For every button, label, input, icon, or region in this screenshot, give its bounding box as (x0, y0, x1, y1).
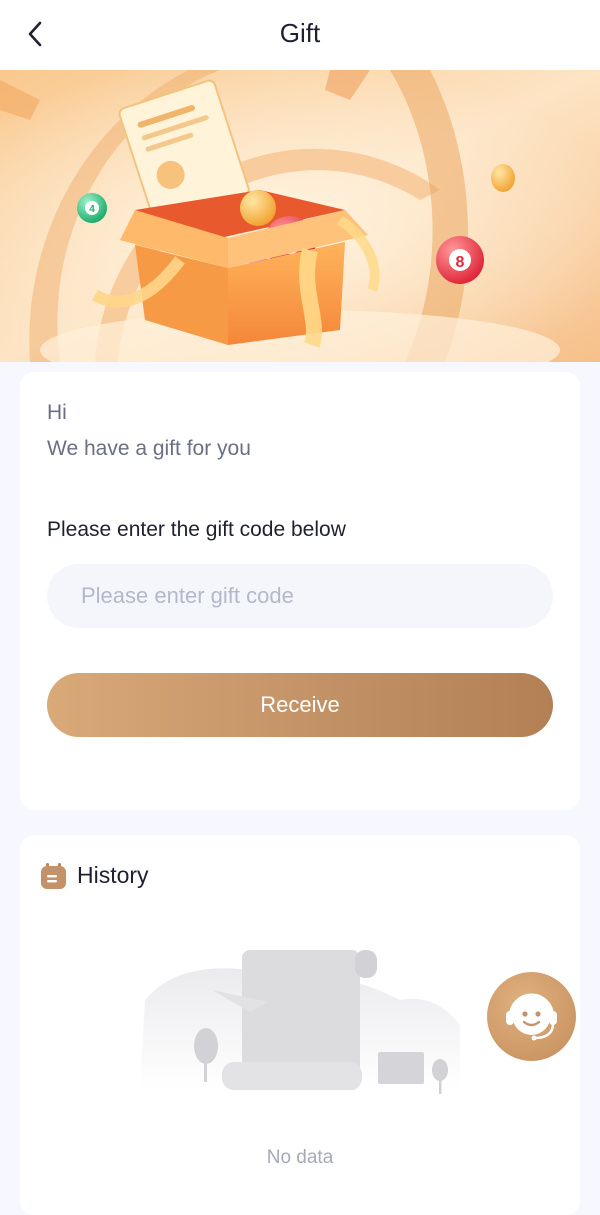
header-bar: Gift (0, 0, 600, 70)
svg-text:4: 4 (89, 204, 95, 215)
customer-service-icon (506, 993, 557, 1041)
greeting-text: Hi (47, 401, 67, 424)
empty-state-illustration (140, 950, 460, 1094)
page-title: Gift (279, 18, 321, 48)
gift-code-input[interactable] (47, 564, 553, 628)
history-title: History (77, 862, 149, 888)
gift-banner: 9 0 4 8 (0, 70, 600, 362)
receive-button[interactable]: Receive (47, 673, 553, 737)
gift-message: We have a gift for you (47, 437, 251, 460)
customer-service-button[interactable] (487, 972, 576, 1061)
gift-code-label: Please enter the gift code below (47, 518, 346, 541)
svg-text:8: 8 (456, 254, 465, 271)
gift-box-illustration: 9 0 4 8 (0, 70, 600, 362)
gift-code-card: Hi We have a gift for you Please enter t… (20, 372, 580, 810)
history-list-icon (41, 863, 66, 889)
empty-state-text: No data (266, 1147, 334, 1168)
